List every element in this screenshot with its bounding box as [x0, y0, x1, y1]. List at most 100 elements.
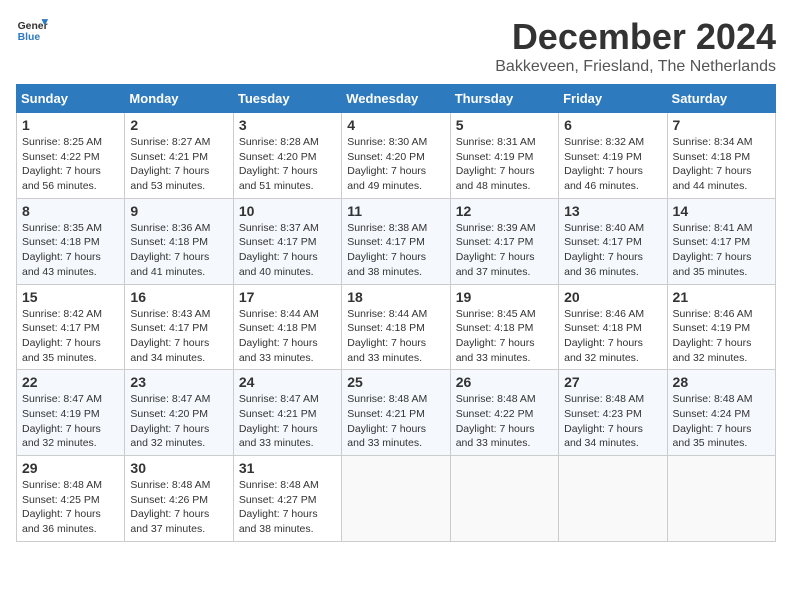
day-number: 11: [347, 203, 444, 219]
calendar-table: SundayMondayTuesdayWednesdayThursdayFrid…: [16, 84, 776, 542]
day-number: 23: [130, 374, 227, 390]
day-number: 3: [239, 117, 336, 133]
day-detail: Sunrise: 8:46 AMSunset: 4:19 PMDaylight:…: [673, 308, 753, 364]
calendar-day-cell: 8 Sunrise: 8:35 AMSunset: 4:18 PMDayligh…: [17, 198, 125, 284]
calendar-day-cell: 19 Sunrise: 8:45 AMSunset: 4:18 PMDaylig…: [450, 284, 558, 370]
calendar-day-cell: [450, 456, 558, 542]
day-number: 7: [673, 117, 770, 133]
calendar-day-cell: 5 Sunrise: 8:31 AMSunset: 4:19 PMDayligh…: [450, 113, 558, 199]
calendar-day-cell: 2 Sunrise: 8:27 AMSunset: 4:21 PMDayligh…: [125, 113, 233, 199]
calendar-day-cell: 28 Sunrise: 8:48 AMSunset: 4:24 PMDaylig…: [667, 370, 775, 456]
day-detail: Sunrise: 8:25 AMSunset: 4:22 PMDaylight:…: [22, 136, 102, 192]
day-number: 14: [673, 203, 770, 219]
day-number: 12: [456, 203, 553, 219]
day-number: 8: [22, 203, 119, 219]
calendar-week-row: 1 Sunrise: 8:25 AMSunset: 4:22 PMDayligh…: [17, 113, 776, 199]
calendar-day-cell: 7 Sunrise: 8:34 AMSunset: 4:18 PMDayligh…: [667, 113, 775, 199]
calendar-day-cell: 15 Sunrise: 8:42 AMSunset: 4:17 PMDaylig…: [17, 284, 125, 370]
calendar-body: 1 Sunrise: 8:25 AMSunset: 4:22 PMDayligh…: [17, 113, 776, 542]
day-detail: Sunrise: 8:48 AMSunset: 4:27 PMDaylight:…: [239, 479, 319, 535]
day-detail: Sunrise: 8:27 AMSunset: 4:21 PMDaylight:…: [130, 136, 210, 192]
day-number: 10: [239, 203, 336, 219]
day-detail: Sunrise: 8:40 AMSunset: 4:17 PMDaylight:…: [564, 222, 644, 278]
svg-text:Blue: Blue: [18, 32, 41, 43]
day-number: 29: [22, 460, 119, 476]
day-number: 2: [130, 117, 227, 133]
calendar-day-cell: 13 Sunrise: 8:40 AMSunset: 4:17 PMDaylig…: [559, 198, 667, 284]
calendar-day-cell: 17 Sunrise: 8:44 AMSunset: 4:18 PMDaylig…: [233, 284, 341, 370]
calendar-week-row: 29 Sunrise: 8:48 AMSunset: 4:25 PMDaylig…: [17, 456, 776, 542]
logo-icon: General Blue: [16, 16, 48, 44]
calendar-header-cell: Thursday: [450, 85, 558, 113]
calendar-day-cell: 1 Sunrise: 8:25 AMSunset: 4:22 PMDayligh…: [17, 113, 125, 199]
calendar-week-row: 8 Sunrise: 8:35 AMSunset: 4:18 PMDayligh…: [17, 198, 776, 284]
day-number: 4: [347, 117, 444, 133]
calendar-day-cell: 23 Sunrise: 8:47 AMSunset: 4:20 PMDaylig…: [125, 370, 233, 456]
logo: General Blue: [16, 16, 48, 44]
day-detail: Sunrise: 8:38 AMSunset: 4:17 PMDaylight:…: [347, 222, 427, 278]
day-number: 31: [239, 460, 336, 476]
calendar-header-cell: Monday: [125, 85, 233, 113]
calendar-day-cell: 22 Sunrise: 8:47 AMSunset: 4:19 PMDaylig…: [17, 370, 125, 456]
calendar-day-cell: 4 Sunrise: 8:30 AMSunset: 4:20 PMDayligh…: [342, 113, 450, 199]
day-detail: Sunrise: 8:36 AMSunset: 4:18 PMDaylight:…: [130, 222, 210, 278]
day-detail: Sunrise: 8:48 AMSunset: 4:22 PMDaylight:…: [456, 393, 536, 449]
day-detail: Sunrise: 8:39 AMSunset: 4:17 PMDaylight:…: [456, 222, 536, 278]
calendar-day-cell: 10 Sunrise: 8:37 AMSunset: 4:17 PMDaylig…: [233, 198, 341, 284]
day-detail: Sunrise: 8:43 AMSunset: 4:17 PMDaylight:…: [130, 308, 210, 364]
day-number: 22: [22, 374, 119, 390]
calendar-day-cell: 24 Sunrise: 8:47 AMSunset: 4:21 PMDaylig…: [233, 370, 341, 456]
day-detail: Sunrise: 8:31 AMSunset: 4:19 PMDaylight:…: [456, 136, 536, 192]
calendar-day-cell: [342, 456, 450, 542]
calendar-day-cell: 27 Sunrise: 8:48 AMSunset: 4:23 PMDaylig…: [559, 370, 667, 456]
calendar-day-cell: 30 Sunrise: 8:48 AMSunset: 4:26 PMDaylig…: [125, 456, 233, 542]
page-header: General Blue December 2024 Bakkeveen, Fr…: [16, 16, 776, 76]
calendar-day-cell: 9 Sunrise: 8:36 AMSunset: 4:18 PMDayligh…: [125, 198, 233, 284]
day-detail: Sunrise: 8:28 AMSunset: 4:20 PMDaylight:…: [239, 136, 319, 192]
calendar-day-cell: 6 Sunrise: 8:32 AMSunset: 4:19 PMDayligh…: [559, 113, 667, 199]
title-area: December 2024 Bakkeveen, Friesland, The …: [495, 16, 776, 76]
calendar-header-cell: Wednesday: [342, 85, 450, 113]
calendar-day-cell: 25 Sunrise: 8:48 AMSunset: 4:21 PMDaylig…: [342, 370, 450, 456]
day-detail: Sunrise: 8:45 AMSunset: 4:18 PMDaylight:…: [456, 308, 536, 364]
day-detail: Sunrise: 8:44 AMSunset: 4:18 PMDaylight:…: [347, 308, 427, 364]
calendar-week-row: 15 Sunrise: 8:42 AMSunset: 4:17 PMDaylig…: [17, 284, 776, 370]
calendar-day-cell: 29 Sunrise: 8:48 AMSunset: 4:25 PMDaylig…: [17, 456, 125, 542]
calendar-header-cell: Saturday: [667, 85, 775, 113]
day-detail: Sunrise: 8:35 AMSunset: 4:18 PMDaylight:…: [22, 222, 102, 278]
day-detail: Sunrise: 8:47 AMSunset: 4:21 PMDaylight:…: [239, 393, 319, 449]
calendar-header-cell: Friday: [559, 85, 667, 113]
day-number: 1: [22, 117, 119, 133]
calendar-day-cell: 26 Sunrise: 8:48 AMSunset: 4:22 PMDaylig…: [450, 370, 558, 456]
day-number: 25: [347, 374, 444, 390]
calendar-day-cell: [667, 456, 775, 542]
day-number: 21: [673, 289, 770, 305]
calendar-day-cell: 31 Sunrise: 8:48 AMSunset: 4:27 PMDaylig…: [233, 456, 341, 542]
day-number: 30: [130, 460, 227, 476]
day-detail: Sunrise: 8:44 AMSunset: 4:18 PMDaylight:…: [239, 308, 319, 364]
calendar-day-cell: 21 Sunrise: 8:46 AMSunset: 4:19 PMDaylig…: [667, 284, 775, 370]
day-number: 9: [130, 203, 227, 219]
calendar-header-cell: Tuesday: [233, 85, 341, 113]
day-number: 13: [564, 203, 661, 219]
location-subtitle: Bakkeveen, Friesland, The Netherlands: [495, 58, 776, 76]
calendar-day-cell: 14 Sunrise: 8:41 AMSunset: 4:17 PMDaylig…: [667, 198, 775, 284]
day-detail: Sunrise: 8:48 AMSunset: 4:23 PMDaylight:…: [564, 393, 644, 449]
day-detail: Sunrise: 8:37 AMSunset: 4:17 PMDaylight:…: [239, 222, 319, 278]
calendar-day-cell: 20 Sunrise: 8:46 AMSunset: 4:18 PMDaylig…: [559, 284, 667, 370]
month-title: December 2024: [495, 16, 776, 58]
calendar-day-cell: 18 Sunrise: 8:44 AMSunset: 4:18 PMDaylig…: [342, 284, 450, 370]
day-number: 27: [564, 374, 661, 390]
day-number: 19: [456, 289, 553, 305]
day-detail: Sunrise: 8:47 AMSunset: 4:20 PMDaylight:…: [130, 393, 210, 449]
day-number: 15: [22, 289, 119, 305]
calendar-day-cell: 3 Sunrise: 8:28 AMSunset: 4:20 PMDayligh…: [233, 113, 341, 199]
day-detail: Sunrise: 8:42 AMSunset: 4:17 PMDaylight:…: [22, 308, 102, 364]
calendar-day-cell: 12 Sunrise: 8:39 AMSunset: 4:17 PMDaylig…: [450, 198, 558, 284]
calendar-day-cell: 11 Sunrise: 8:38 AMSunset: 4:17 PMDaylig…: [342, 198, 450, 284]
day-number: 5: [456, 117, 553, 133]
day-detail: Sunrise: 8:48 AMSunset: 4:26 PMDaylight:…: [130, 479, 210, 535]
day-detail: Sunrise: 8:48 AMSunset: 4:24 PMDaylight:…: [673, 393, 753, 449]
calendar-header-cell: Sunday: [17, 85, 125, 113]
day-detail: Sunrise: 8:34 AMSunset: 4:18 PMDaylight:…: [673, 136, 753, 192]
